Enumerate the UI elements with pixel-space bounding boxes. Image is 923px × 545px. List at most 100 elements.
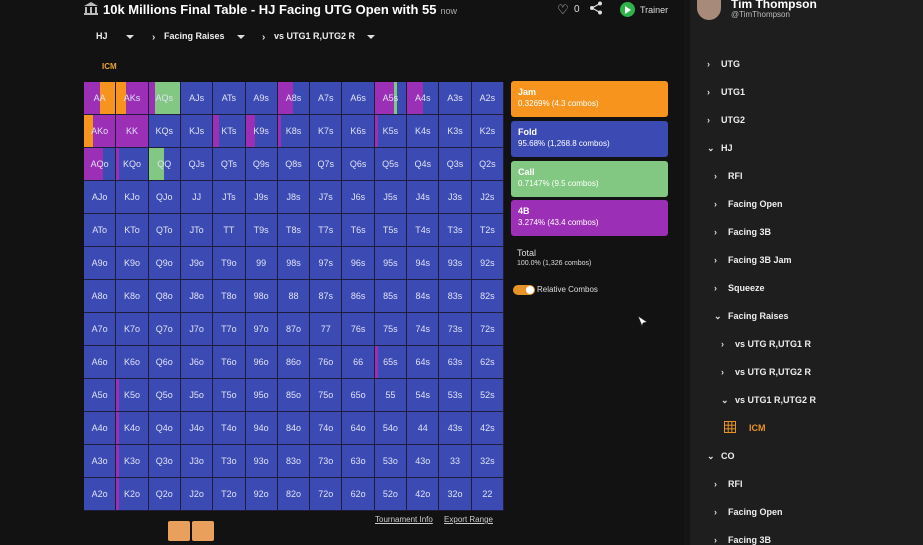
- hand-cell[interactable]: A6s: [342, 82, 375, 115]
- hand-cell[interactable]: KJo: [116, 181, 149, 214]
- hand-cell[interactable]: Q4s: [407, 148, 440, 181]
- hand-cell[interactable]: 98o: [245, 280, 278, 313]
- legend-call[interactable]: Call 0.7147% (9.5 combos): [511, 161, 668, 197]
- hand-cell[interactable]: A7s: [310, 82, 343, 115]
- legend-jam[interactable]: Jam 0.3269% (4.3 combos): [511, 81, 668, 117]
- hand-cell[interactable]: 86s: [342, 280, 375, 313]
- hand-cell[interactable]: AKs: [116, 82, 149, 115]
- hand-cell[interactable]: Q9s: [245, 148, 278, 181]
- chevron-down-icon[interactable]: [237, 35, 245, 39]
- hand-cell[interactable]: 98s: [277, 247, 311, 280]
- hand-cell[interactable]: A5o: [84, 379, 117, 412]
- hand-cell[interactable]: 75o: [310, 379, 343, 412]
- hand-cell[interactable]: J6s: [342, 181, 375, 214]
- hand-cell[interactable]: A4s: [407, 82, 440, 115]
- hand-cell[interactable]: Q4o: [148, 412, 181, 445]
- hand-cell[interactable]: 43o: [407, 445, 440, 478]
- hand-cell[interactable]: 99: [245, 247, 278, 280]
- hand-cell[interactable]: 52s: [471, 379, 504, 412]
- hand-cell[interactable]: QTo: [148, 214, 181, 247]
- hand-cell[interactable]: A3o: [84, 445, 117, 478]
- hand-cell[interactable]: 73s: [439, 313, 472, 346]
- sidebar-item-utg1[interactable]: › UTG1: [707, 87, 745, 97]
- hand-cell[interactable]: AKo: [84, 115, 117, 148]
- hand-cell[interactable]: 84s: [407, 280, 440, 313]
- hand-cell[interactable]: 74o: [310, 412, 343, 445]
- hand-cell[interactable]: 76o: [310, 346, 343, 379]
- hand-cell[interactable]: KQs: [148, 115, 181, 148]
- hand-cell[interactable]: AQo: [84, 148, 117, 181]
- hand-cell[interactable]: Q9o: [148, 247, 181, 280]
- hand-cell[interactable]: 92s: [471, 247, 504, 280]
- hand-cell[interactable]: T4s: [407, 214, 440, 247]
- hand-cell[interactable]: Q7s: [310, 148, 343, 181]
- hand-cell[interactable]: KK: [116, 115, 149, 148]
- position-select[interactable]: HJ: [96, 31, 108, 41]
- sidebar-item-rfi[interactable]: › RFI: [714, 171, 743, 181]
- hand-cell[interactable]: 63o: [342, 445, 375, 478]
- sidebar-item-vs-utg-r-utg1-r[interactable]: › vs UTG R,UTG1 R: [721, 339, 811, 349]
- hand-cell[interactable]: 97s: [310, 247, 343, 280]
- tournament-info-link[interactable]: Tournament Info: [375, 515, 433, 524]
- hand-cell[interactable]: 94o: [245, 412, 278, 445]
- sidebar-item-rfi[interactable]: › RFI: [714, 479, 743, 489]
- hand-cell[interactable]: KTs: [213, 115, 246, 148]
- hand-cell[interactable]: K8s: [277, 115, 311, 148]
- hand-cell[interactable]: 65s: [374, 346, 408, 379]
- hand-cell[interactable]: A4o: [84, 412, 117, 445]
- hand-cell[interactable]: AA: [84, 82, 117, 115]
- sidebar-item-facing-raises[interactable]: ⌄ Facing Raises: [714, 311, 789, 322]
- hand-cell[interactable]: J9o: [180, 247, 214, 280]
- hand-cell[interactable]: Q8s: [277, 148, 311, 181]
- hand-cell[interactable]: AJo: [84, 181, 117, 214]
- hand-cell[interactable]: J8o: [180, 280, 214, 313]
- hand-cell[interactable]: J7s: [310, 181, 343, 214]
- hand-cell[interactable]: J8s: [277, 181, 311, 214]
- hand-cell[interactable]: K6o: [116, 346, 149, 379]
- hand-cell[interactable]: AJs: [180, 82, 214, 115]
- hand-cell[interactable]: 22: [471, 478, 504, 511]
- sidebar-item-facing-3b[interactable]: › Facing 3B: [714, 227, 771, 237]
- hand-cell[interactable]: J7o: [180, 313, 214, 346]
- hand-cell[interactable]: KQo: [116, 148, 149, 181]
- hand-cell[interactable]: K5o: [116, 379, 149, 412]
- hand-cell[interactable]: 53s: [439, 379, 472, 412]
- hand-cell[interactable]: K9o: [116, 247, 149, 280]
- hand-cell[interactable]: 88: [277, 280, 311, 313]
- hand-cell[interactable]: 87s: [310, 280, 343, 313]
- hand-cell[interactable]: J6o: [180, 346, 214, 379]
- hand-cell[interactable]: A9o: [84, 247, 117, 280]
- relative-combos-toggle[interactable]: [513, 285, 535, 295]
- sidebar-item-facing-3b-jam[interactable]: › Facing 3B Jam: [714, 255, 792, 265]
- hand-cell[interactable]: 96s: [342, 247, 375, 280]
- hand-cell[interactable]: ATo: [84, 214, 117, 247]
- sidebar-item-facing-3b[interactable]: › Facing 3B: [714, 535, 771, 545]
- hand-cell[interactable]: 83s: [439, 280, 472, 313]
- hand-cell[interactable]: 86o: [277, 346, 311, 379]
- hand-cell[interactable]: A2o: [84, 478, 117, 511]
- hand-cell[interactable]: 44: [407, 412, 440, 445]
- hand-cell[interactable]: TT: [213, 214, 246, 247]
- hand-cell[interactable]: 63s: [439, 346, 472, 379]
- hand-cell[interactable]: 32o: [439, 478, 472, 511]
- hand-cell[interactable]: J4o: [180, 412, 214, 445]
- hand-cell[interactable]: 64o: [342, 412, 375, 445]
- hand-cell[interactable]: J3s: [439, 181, 472, 214]
- hand-cell[interactable]: 62o: [342, 478, 375, 511]
- hand-cell[interactable]: J5s: [374, 181, 408, 214]
- sidebar-item-facing-open[interactable]: › Facing Open: [714, 507, 783, 517]
- hand-cell[interactable]: Q8o: [148, 280, 181, 313]
- hand-cell[interactable]: T3s: [439, 214, 472, 247]
- legend-fourbet[interactable]: 4B 3.274% (43.4 combos): [511, 200, 668, 236]
- hand-cell[interactable]: JTs: [213, 181, 246, 214]
- hand-cell[interactable]: 65o: [342, 379, 375, 412]
- hand-cell[interactable]: Q3o: [148, 445, 181, 478]
- hand-cell[interactable]: 87o: [277, 313, 311, 346]
- hand-cell[interactable]: K3s: [439, 115, 472, 148]
- hand-cell[interactable]: QQ: [148, 148, 181, 181]
- hand-cell[interactable]: 62s: [471, 346, 504, 379]
- hand-cell[interactable]: A2s: [471, 82, 504, 115]
- hand-cell[interactable]: 93o: [245, 445, 278, 478]
- hand-cell[interactable]: A5s: [374, 82, 408, 115]
- hand-cell[interactable]: 42o: [407, 478, 440, 511]
